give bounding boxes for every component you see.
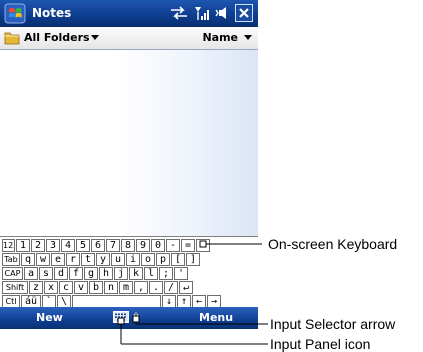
key-n[interactable]: n: [104, 281, 118, 294]
folder-icon: [4, 32, 20, 45]
key-=[interactable]: =: [181, 239, 195, 252]
key-c[interactable]: c: [59, 281, 73, 294]
signal-strength-icon[interactable]: [193, 4, 209, 22]
sync-arrows-icon[interactable]: [168, 4, 190, 22]
key-↵[interactable]: ↵: [179, 281, 193, 294]
key-y[interactable]: y: [96, 253, 110, 266]
close-icon: [239, 8, 249, 18]
key-g[interactable]: g: [84, 267, 98, 280]
sort-dropdown[interactable]: Name: [202, 31, 238, 44]
key-Tab[interactable]: Tab: [2, 253, 20, 266]
key-[[interactable]: [: [171, 253, 185, 266]
key-;[interactable]: ;: [159, 267, 173, 280]
key-w[interactable]: w: [36, 253, 50, 266]
key-o[interactable]: o: [141, 253, 155, 266]
key-u[interactable]: u: [111, 253, 125, 266]
key-0[interactable]: 0: [151, 239, 165, 252]
key-q[interactable]: q: [21, 253, 35, 266]
close-button[interactable]: [235, 4, 253, 22]
key-k[interactable]: k: [129, 267, 143, 280]
key-d[interactable]: d: [54, 267, 68, 280]
chevron-down-icon[interactable]: [243, 33, 253, 41]
key-1[interactable]: 1: [16, 239, 30, 252]
windows-flag-icon[interactable]: [4, 3, 26, 24]
key-b[interactable]: b: [89, 281, 103, 294]
key-7[interactable]: 7: [106, 239, 120, 252]
key-,[interactable]: ,: [134, 281, 148, 294]
folder-dropdown[interactable]: All Folders: [24, 31, 90, 44]
callout-input-selector-arrow: Input Selector arrow: [270, 316, 396, 332]
callout-input-panel-icon: Input Panel icon: [270, 336, 371, 352]
key-h[interactable]: h: [99, 267, 113, 280]
key-.[interactable]: .: [149, 281, 163, 294]
keyboard-row: 1231234567890-=⬅: [0, 239, 258, 253]
key-4[interactable]: 4: [61, 239, 75, 252]
speaker-icon[interactable]: [213, 4, 231, 22]
key-l[interactable]: l: [144, 267, 158, 280]
key-][interactable]: ]: [186, 253, 200, 266]
key-r[interactable]: r: [66, 253, 80, 266]
keyboard-row: Shift z x c v b n m,. / ↵: [0, 281, 258, 295]
key-/[interactable]: /: [164, 281, 178, 294]
menu-bar: New Menu: [0, 307, 258, 329]
menu-button[interactable]: Menu: [199, 311, 233, 324]
key--[interactable]: -: [166, 239, 180, 252]
keyboard-icon[interactable]: [113, 311, 129, 323]
key-a[interactable]: a: [24, 267, 38, 280]
key-CAP[interactable]: CAP: [2, 267, 23, 280]
key-t[interactable]: t: [81, 253, 95, 266]
key-8[interactable]: 8: [121, 239, 135, 252]
keyboard-row: Tab q w e r t y u i o p[]: [0, 253, 258, 267]
key-123[interactable]: 123: [2, 239, 15, 252]
key-f[interactable]: f: [69, 267, 83, 280]
key-3[interactable]: 3: [46, 239, 60, 252]
key-'[interactable]: ': [174, 267, 188, 280]
new-button[interactable]: New: [36, 311, 63, 324]
title-bar: Notes: [0, 0, 258, 27]
keyboard-row: CAP a s d f g h j k l; ': [0, 267, 258, 281]
key-x[interactable]: x: [44, 281, 58, 294]
folder-bar: All Folders Name: [0, 27, 258, 50]
key-v[interactable]: v: [74, 281, 88, 294]
chevron-down-icon[interactable]: [90, 33, 100, 41]
key-9[interactable]: 9: [136, 239, 150, 252]
callout-on-screen-keyboard: On-screen Keyboard: [268, 236, 398, 252]
on-screen-keyboard: 1231234567890-=⬅Tabqwertyuiop[]CAPasdfgh…: [0, 236, 258, 308]
key-2[interactable]: 2: [31, 239, 45, 252]
key-6[interactable]: 6: [91, 239, 105, 252]
key-e[interactable]: e: [51, 253, 65, 266]
key-Shift[interactable]: Shift: [2, 281, 28, 294]
key-5[interactable]: 5: [76, 239, 90, 252]
key-m[interactable]: m: [119, 281, 133, 294]
key-⬅[interactable]: ⬅: [196, 239, 210, 252]
key-z[interactable]: z: [29, 281, 43, 294]
up-arrow-icon[interactable]: [132, 311, 140, 324]
key-p[interactable]: p: [156, 253, 170, 266]
key-s[interactable]: s: [39, 267, 53, 280]
key-i[interactable]: i: [126, 253, 140, 266]
key-j[interactable]: j: [114, 267, 128, 280]
app-title: Notes: [32, 6, 72, 20]
device-screen: Notes All Folders Name 12 1 2 3 4 5 6 7 …: [0, 0, 258, 352]
